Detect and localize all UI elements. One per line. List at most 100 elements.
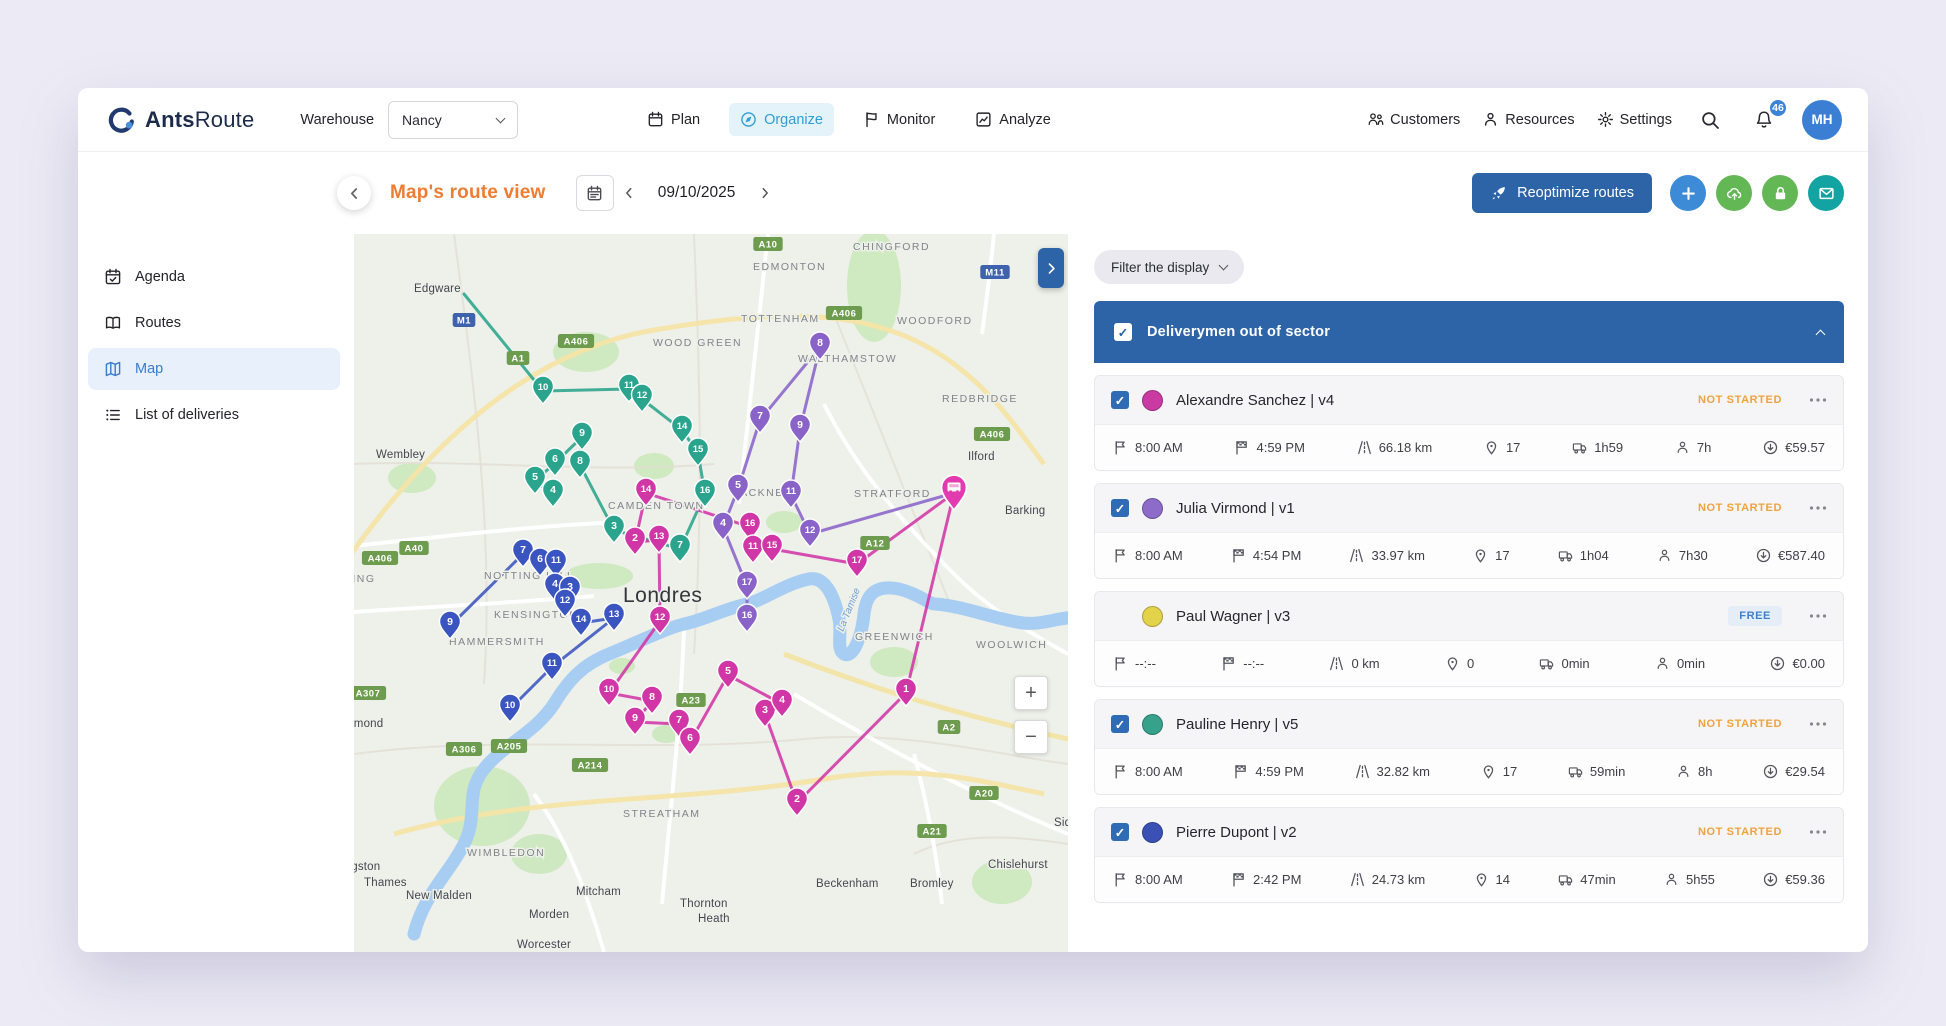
- nav-link-settings[interactable]: Settings: [1597, 111, 1672, 128]
- stat-work: 7h30: [1657, 548, 1708, 563]
- rocket-icon: [1492, 186, 1506, 199]
- more-options-button[interactable]: [1809, 506, 1827, 510]
- stat-start: 8:00 AM: [1113, 548, 1183, 563]
- zoom-out-button[interactable]: −: [1014, 720, 1048, 754]
- user-avatar[interactable]: MH: [1802, 99, 1842, 140]
- stat-work: 8h: [1676, 764, 1712, 779]
- svg-text:16: 16: [745, 518, 756, 529]
- chevron-left-icon: [625, 187, 632, 199]
- road-icon: [1349, 548, 1364, 563]
- more-options-button[interactable]: [1809, 398, 1827, 402]
- svg-text:A20: A20: [975, 789, 994, 800]
- notification-badge: 46: [1768, 97, 1788, 118]
- tab-monitor[interactable]: Monitor: [852, 103, 946, 136]
- page-background: AntsRoute Warehouse Nancy Plan Organize Mo…: [0, 0, 1946, 1026]
- svg-text:8: 8: [577, 455, 583, 467]
- search-button[interactable]: [1694, 104, 1726, 136]
- status-badge: NOT STARTED: [1697, 502, 1782, 514]
- stat-value: 7h: [1696, 440, 1712, 455]
- deliveryman-name: Alexandre Sanchez | v4: [1176, 391, 1335, 409]
- svg-text:A307: A307: [356, 689, 381, 700]
- filter-display-dropdown[interactable]: Filter the display: [1094, 250, 1245, 284]
- collapse-panel-button[interactable]: [1038, 248, 1064, 288]
- stat-value: 0min: [1676, 656, 1706, 671]
- nav-link-resources[interactable]: Resources: [1482, 111, 1575, 128]
- deliveryman-checkbox[interactable]: [1111, 823, 1129, 841]
- tab-organize[interactable]: Organize: [729, 103, 834, 136]
- nav-link-customers[interactable]: Customers: [1367, 111, 1460, 128]
- status-badge: NOT STARTED: [1697, 394, 1782, 406]
- deliveryman-checkbox[interactable]: [1111, 499, 1129, 517]
- lock-button[interactable]: [1762, 175, 1798, 211]
- svg-text:12: 12: [655, 612, 666, 623]
- chevron-up-icon[interactable]: [1815, 329, 1826, 339]
- reoptimize-routes-button[interactable]: Reoptimize routes: [1472, 173, 1652, 213]
- tab-label: Organize: [764, 111, 823, 128]
- svg-text:11: 11: [547, 658, 558, 669]
- more-options-button[interactable]: [1809, 830, 1827, 834]
- deliverymen-section-header[interactable]: Deliverymen out of sector: [1094, 301, 1844, 363]
- notifications-button[interactable]: 46: [1748, 97, 1788, 136]
- gear-icon: [1597, 111, 1614, 128]
- zoom-in-button[interactable]: +: [1014, 676, 1048, 710]
- deliveryman-checkbox[interactable]: [1111, 715, 1129, 733]
- stat-value: 2:42 PM: [1253, 872, 1302, 887]
- stat-value: 66.18 km: [1378, 440, 1433, 455]
- back-button[interactable]: [337, 176, 371, 210]
- add-button[interactable]: [1670, 175, 1706, 211]
- svg-text:14: 14: [641, 484, 652, 495]
- cloud-upload-button[interactable]: [1716, 175, 1752, 211]
- mail-icon: [1818, 187, 1834, 199]
- sidebar-item-routes[interactable]: Routes: [88, 302, 340, 344]
- map-place-label: STREATHAM: [623, 808, 700, 820]
- app-logo[interactable]: AntsRoute: [106, 105, 254, 135]
- road-icon: [1329, 656, 1344, 671]
- sidebar-item-map[interactable]: Map: [88, 348, 340, 390]
- map-place-label: WIMBLEDON: [467, 847, 545, 859]
- stat-stops: 17: [1484, 440, 1520, 455]
- cost-icon: [1763, 764, 1778, 779]
- stat-value: 17: [1502, 764, 1518, 779]
- email-button[interactable]: [1808, 175, 1844, 211]
- warehouse-select[interactable]: Nancy: [388, 100, 519, 139]
- deliveryman-stats-row: 8:00 AM 2:42 PM 24.73 km 14 47min 5h55 €59.36: [1095, 856, 1843, 902]
- more-options-button[interactable]: [1809, 614, 1827, 618]
- map-place-label: Worcester: [517, 939, 571, 951]
- svg-text:A12: A12: [866, 539, 885, 550]
- road-badge: A10: [753, 237, 783, 251]
- sidebar-item-agenda[interactable]: Agenda: [88, 256, 340, 298]
- svg-text:8: 8: [649, 691, 655, 703]
- cost-icon: [1763, 872, 1778, 887]
- map-image: M11 M1 A10 A406 A406 A406 A406 A1 A40 A12 A2 A20 A21…: [354, 234, 1068, 952]
- tab-plan[interactable]: Plan: [636, 103, 711, 136]
- stat-cost: €29.54: [1763, 764, 1825, 779]
- calendar-button[interactable]: [575, 175, 614, 211]
- svg-text:9: 9: [797, 419, 803, 431]
- stat-drive: 1h59: [1572, 440, 1623, 455]
- stat-stops: 0: [1445, 656, 1474, 671]
- svg-text:17: 17: [852, 555, 863, 566]
- map-place-label: HAMMERSMITH: [449, 636, 545, 648]
- map-place-label: REDBRIDGE: [942, 393, 1018, 405]
- map-place-label: Beckenham: [816, 878, 879, 890]
- next-date-button[interactable]: [750, 178, 780, 208]
- map-place-label: Mitcham: [576, 886, 621, 898]
- deliveryman-checkbox[interactable]: [1111, 391, 1129, 409]
- map-canvas[interactable]: M11 M1 A10 A406 A406 A406 A406 A1 A40 A12 A2 A20 A21…: [354, 234, 1068, 952]
- sidebar-item-list-of-deliveries[interactable]: List of deliveries: [88, 394, 340, 436]
- svg-text:7: 7: [520, 544, 526, 556]
- select-all-checkbox[interactable]: [1114, 323, 1132, 341]
- stat-drive: 1h04: [1558, 548, 1609, 563]
- finish-flag-icon: [1231, 872, 1246, 887]
- prev-date-button[interactable]: [614, 178, 644, 208]
- stat-value: 32.82 km: [1376, 764, 1431, 779]
- tab-analyze[interactable]: Analyze: [964, 103, 1062, 136]
- svg-text:10: 10: [505, 700, 516, 711]
- status-badge: NOT STARTED: [1697, 718, 1782, 730]
- map-zoom-controls: + −: [1014, 676, 1048, 754]
- svg-text:A205: A205: [497, 742, 522, 753]
- road-badge: A406: [973, 427, 1011, 441]
- svg-text:A10: A10: [759, 240, 778, 251]
- svg-text:17: 17: [742, 577, 753, 588]
- more-options-button[interactable]: [1809, 722, 1827, 726]
